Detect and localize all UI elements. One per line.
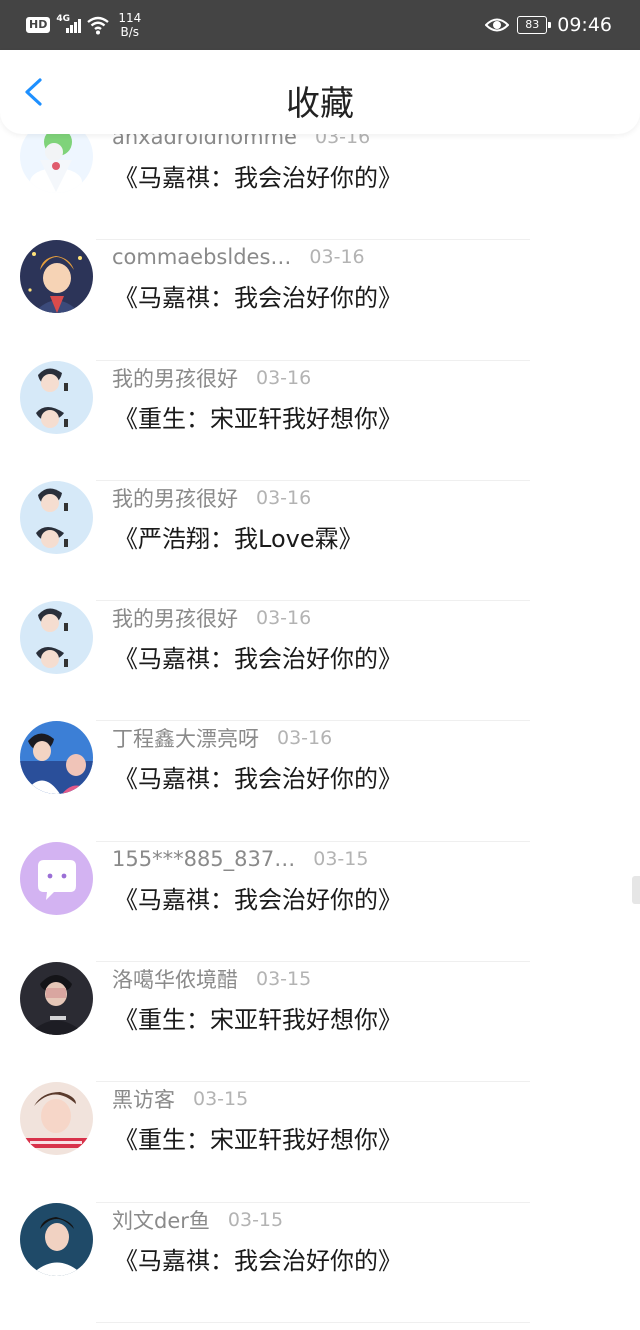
story-title: 《马嘉祺：我会治好你的》 — [114, 645, 402, 674]
avatar[interactable] — [20, 601, 93, 675]
author-name: 我的男孩很好 — [112, 486, 238, 511]
date: 03-15 — [256, 968, 312, 991]
story-title: 《马嘉祺：我会治好你的》 — [114, 164, 402, 192]
story-title: 《马嘉祺：我会治好你的》 — [114, 765, 402, 794]
list-item[interactable]: 洛噶华侬境醋 03-15 《重生：宋亚轩我好想你》 — [0, 962, 640, 1083]
avatar[interactable] — [20, 240, 93, 314]
author-name: 155***885_837… — [112, 846, 296, 871]
author-name: 刘文der鱼 — [112, 1208, 210, 1233]
date: 03-15 — [193, 1088, 249, 1111]
story-title: 《严浩翔：我Love霖》 — [114, 524, 363, 553]
author-name: 我的男孩很好 — [112, 366, 238, 391]
list-item[interactable]: 黑访客 03-15 《重生：宋亚轩我好想你》 — [0, 1082, 640, 1203]
list-item[interactable]: anxadroidhomme 03-16 《马嘉祺：我会治好你的》 — [0, 120, 640, 241]
author-name: 我的男孩很好 — [112, 607, 238, 632]
story-title: 《马嘉祺：我会治好你的》 — [114, 284, 402, 313]
date: 03-16 — [256, 607, 312, 630]
wifi-icon — [87, 16, 110, 35]
date: 03-15 — [313, 847, 369, 870]
divider — [96, 1321, 530, 1323]
date: 03-15 — [227, 1208, 284, 1231]
list-item[interactable]: 刘文der鱼 03-15 《马嘉祺：我会治好你的》 — [0, 1202, 640, 1323]
date: 03-16 — [309, 246, 365, 269]
avatar[interactable] — [20, 1202, 93, 1276]
author-name: 洛噶华侬境醋 — [112, 968, 238, 993]
date: 03-16 — [277, 727, 333, 750]
list-item[interactable]: 丁程鑫大漂亮呀 03-16 《马嘉祺：我会治好你的》 — [0, 721, 640, 842]
status-bar: HD 4G 114 B/s 83 09:46 — [0, 0, 640, 50]
list-item[interactable]: 155***885_837… 03-15 《马嘉祺：我会治好你的》 — [0, 841, 640, 963]
date: 03-16 — [256, 366, 312, 389]
story-title: 《重生：宋亚轩我好想你》 — [114, 1006, 402, 1035]
favorites-list: anxadroidhomme 03-16 《马嘉祺：我会治好你的》 commae… — [0, 120, 640, 1323]
clock: 09:46 — [557, 14, 612, 36]
avatar[interactable] — [20, 721, 93, 795]
author-name: commaebsldes… — [112, 245, 292, 270]
eye-comfort-icon — [485, 18, 510, 32]
scroll-handle[interactable] — [632, 876, 640, 904]
avatar[interactable] — [20, 841, 93, 915]
author-name: 黑访客 — [112, 1088, 175, 1113]
date: 03-16 — [256, 486, 312, 509]
battery-icon: 83 — [517, 16, 552, 34]
list-item[interactable]: commaebsldes… 03-16 《马嘉祺：我会治好你的》 — [0, 240, 640, 361]
list-item[interactable]: 我的男孩很好 03-16 《马嘉祺：我会治好你的》 — [0, 601, 640, 722]
avatar[interactable] — [20, 962, 93, 1036]
page-title: 收藏 — [286, 84, 354, 124]
list-item[interactable]: 我的男孩很好 03-16 《严浩翔：我Love霖》 — [0, 480, 640, 602]
avatar[interactable] — [20, 360, 93, 434]
network-speed: 114 B/s — [118, 11, 142, 39]
avatar[interactable] — [20, 480, 93, 554]
hd-badge: HD — [26, 17, 51, 33]
story-title: 《重生：宋亚轩我好想你》 — [114, 404, 402, 433]
story-title: 《重生：宋亚轩我好想你》 — [114, 1126, 402, 1155]
nav-bar: 收藏 — [0, 50, 640, 134]
cell-signal-icon: 4G — [56, 14, 82, 36]
story-title: 《马嘉祺：我会治好你的》 — [114, 885, 402, 914]
story-title: 《马嘉祺：我会治好你的》 — [114, 1246, 402, 1275]
avatar[interactable] — [20, 1082, 93, 1156]
list-item[interactable]: 我的男孩很好 03-16 《重生：宋亚轩我好想你》 — [0, 360, 640, 481]
author-name: 丁程鑫大漂亮呀 — [112, 727, 259, 752]
